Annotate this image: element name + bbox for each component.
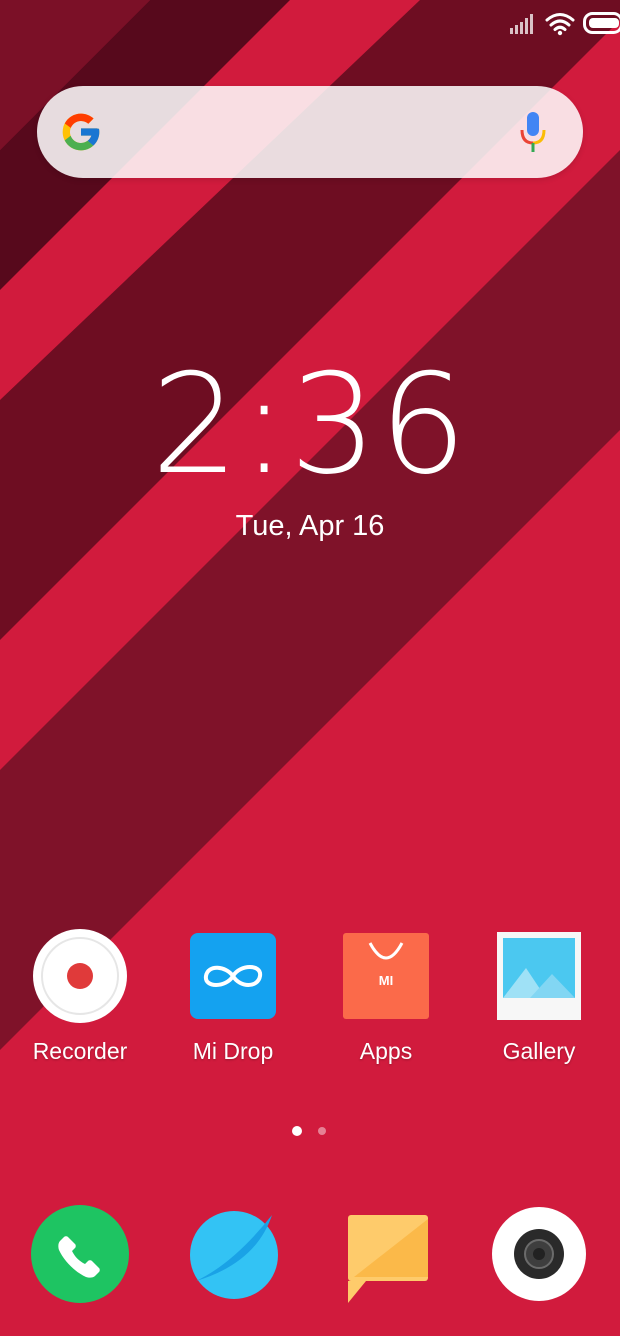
page-indicator-dot[interactable]: [318, 1127, 326, 1135]
app-apps-store[interactable]: MI Apps: [309, 929, 463, 1065]
app-label: Recorder: [32, 1038, 128, 1064]
messages-icon: [348, 1215, 428, 1303]
gallery-icon: [492, 929, 586, 1023]
mi-apps-store-icon: MI: [339, 929, 433, 1023]
browser-icon: [190, 1211, 278, 1299]
dock-browser[interactable]: [186, 1205, 286, 1305]
app-recorder[interactable]: Recorder: [3, 929, 157, 1065]
svg-text:MI: MI: [379, 973, 393, 988]
google-g-icon: [62, 113, 100, 151]
battery-icon: [583, 12, 620, 34]
app-label: Gallery: [502, 1038, 576, 1064]
dock-camera[interactable]: [491, 1205, 591, 1305]
mic-icon[interactable]: [519, 110, 547, 154]
phone-icon: [31, 1205, 129, 1303]
signal-icon: [510, 14, 533, 34]
page-indicator-dot-active[interactable]: [292, 1126, 302, 1136]
app-gallery[interactable]: Gallery: [462, 929, 616, 1065]
clock-time[interactable]: 2:36: [0, 345, 620, 505]
wifi-icon: [545, 13, 575, 36]
mi-drop-icon: [186, 929, 280, 1023]
camera-icon: [492, 1207, 586, 1301]
google-search-bar[interactable]: [37, 86, 583, 178]
recorder-icon: [33, 929, 127, 1023]
dock-phone[interactable]: [31, 1205, 131, 1305]
home-screen: 2:36 Tue, Apr 16 Recorder Mi Drop MI App…: [0, 0, 620, 1336]
status-bar: [420, 10, 620, 36]
app-label: Mi Drop: [192, 1038, 274, 1064]
app-mi-drop[interactable]: Mi Drop: [156, 929, 310, 1065]
clock-date[interactable]: Tue, Apr 16: [0, 508, 620, 544]
app-label: Apps: [359, 1038, 413, 1064]
dock-messages[interactable]: [340, 1205, 440, 1305]
wallpaper: [0, 0, 620, 1336]
